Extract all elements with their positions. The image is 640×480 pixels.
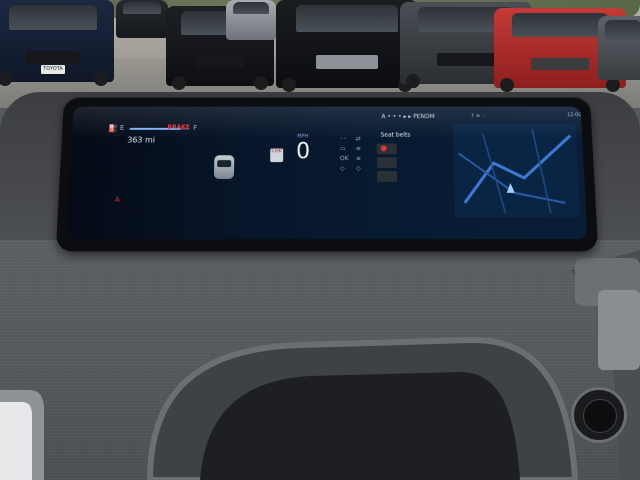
- status-icon: OK: [339, 155, 349, 163]
- warning-letter: A: [114, 195, 120, 204]
- status-icon: ≡: [355, 155, 361, 163]
- range-readout: 363 mi: [127, 135, 156, 145]
- seat-indicator: [376, 157, 397, 169]
- instrument-display-housing: ⛽ E F BRAKE 363 mi A CHK MPH 0 ◦◦ ⇄ ▭ ≡ …: [55, 96, 599, 252]
- status-icon: ⇄: [355, 135, 361, 143]
- check-badge: CHK: [270, 148, 284, 163]
- power-icon: [583, 399, 617, 433]
- parked-car-dark: [116, 0, 168, 38]
- fuel-pump-icon: ⛽: [107, 123, 119, 133]
- parked-car-far-right: [598, 16, 640, 80]
- status-icon: ◇: [339, 165, 345, 173]
- dashboard-lower: [0, 240, 640, 480]
- map-icon: [452, 123, 581, 217]
- instrument-display: ⛽ E F BRAKE 363 mi A CHK MPH 0 ◦◦ ⇄ ▭ ≡ …: [66, 106, 588, 240]
- nav-header: A • • • ▸ ▸ PENDM: [381, 113, 435, 121]
- nav-time: 12:00: [567, 112, 582, 119]
- speedometer-value: 0: [296, 139, 311, 165]
- status-icon: ≡: [355, 145, 361, 153]
- status-icon: ◦◦: [339, 135, 347, 143]
- nav-icons: ↑ ≡ ◦: [470, 113, 485, 120]
- parked-truck-black: [276, 0, 418, 92]
- fuel-full-label: F: [193, 123, 198, 132]
- parked-car-lexus: TOYOTA: [0, 0, 114, 86]
- fuel-gauge: ⛽ E F: [108, 124, 207, 134]
- car-icon: [213, 155, 235, 179]
- status-icon: ▭: [339, 145, 346, 153]
- seat-indicator: [376, 171, 398, 182]
- status-icon: ◇: [355, 165, 361, 173]
- engine-start-stop-button[interactable]: [574, 390, 624, 440]
- parked-car-silver: [226, 0, 276, 40]
- dashboard-contours: [0, 250, 640, 480]
- seatbelt-label: Seat belts: [380, 131, 411, 139]
- brake-warning: BRAKE: [167, 123, 190, 131]
- fuel-empty-label: E: [119, 123, 125, 132]
- license-plate: TOYOTA: [41, 64, 65, 74]
- seat-indicator: [376, 143, 397, 155]
